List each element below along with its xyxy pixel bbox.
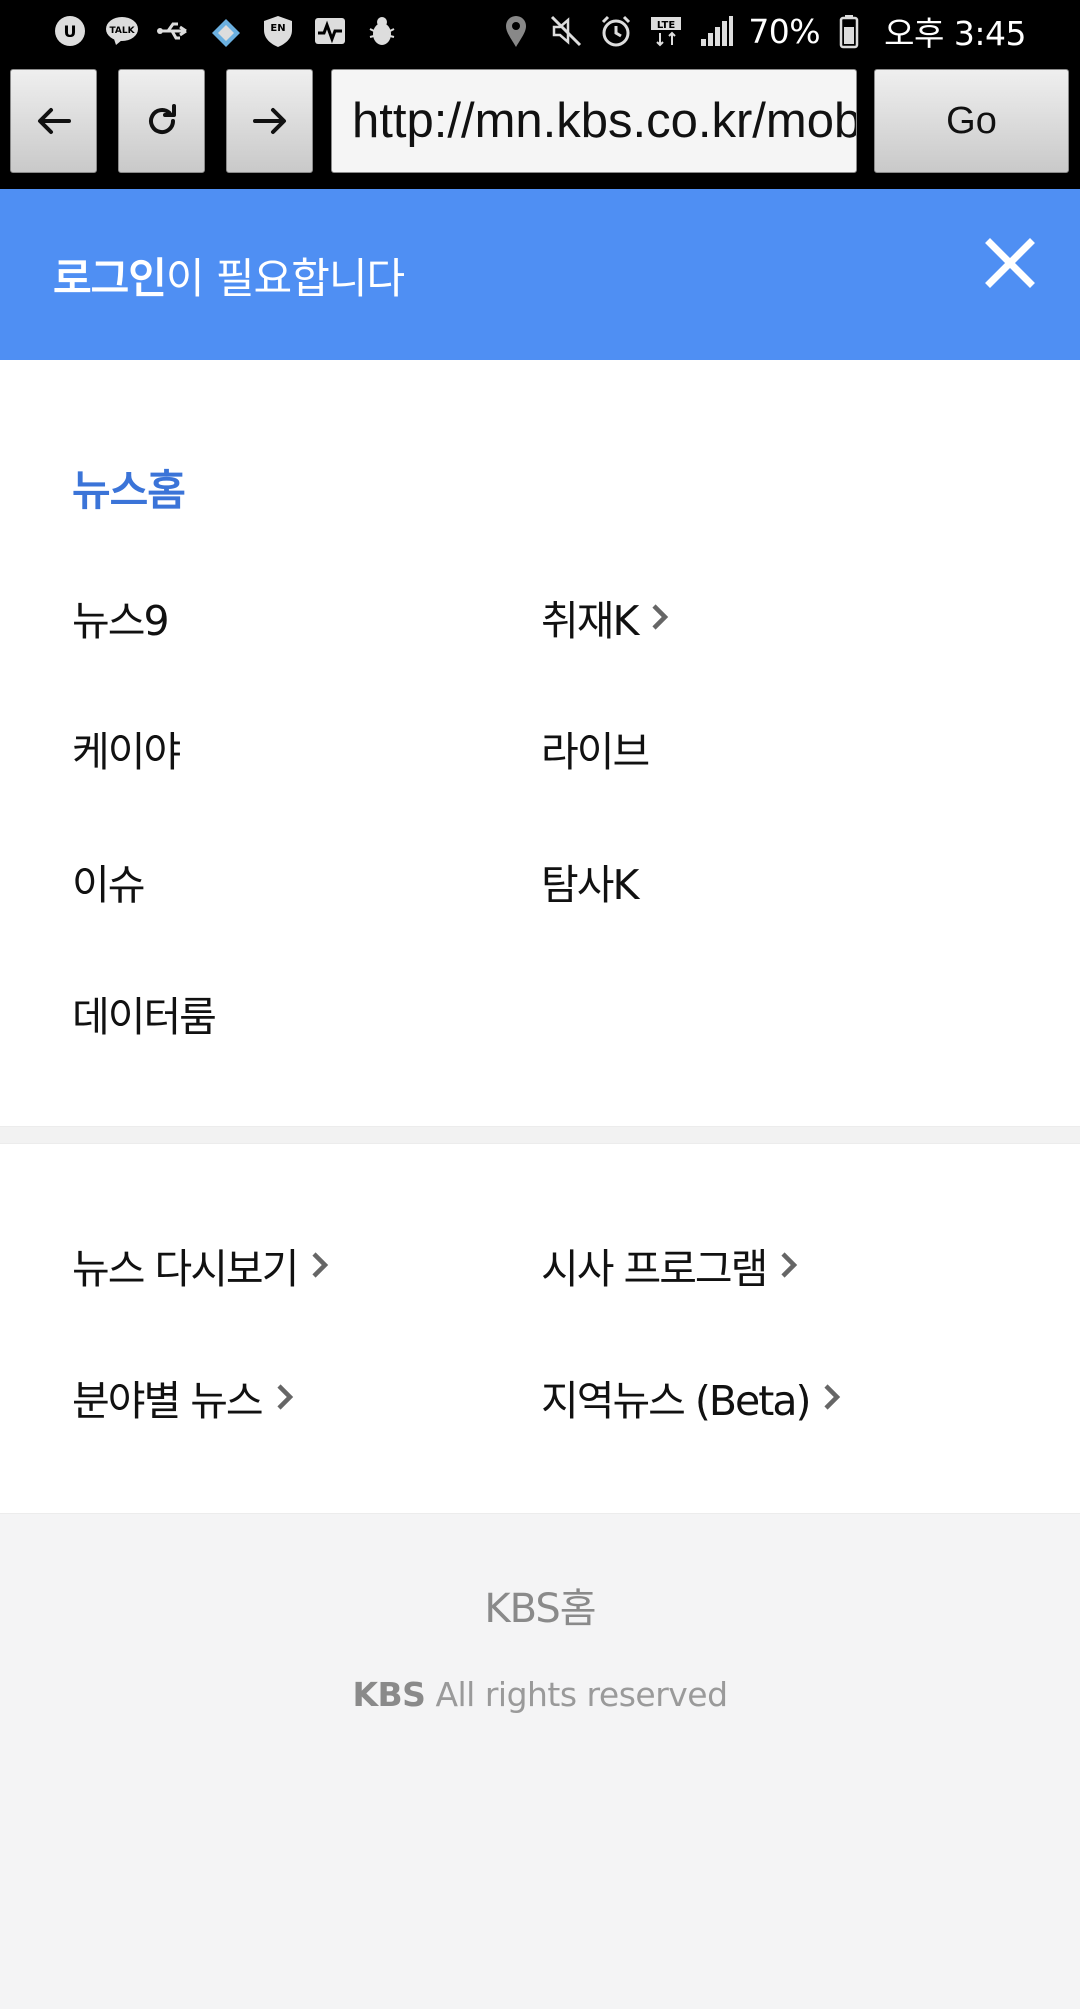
- mute-icon: [548, 13, 584, 49]
- usb-icon: [156, 13, 192, 49]
- lte-icon: LTE: [648, 13, 684, 49]
- menu-item-news9[interactable]: 뉴스9: [72, 587, 170, 647]
- signal-icon: [698, 13, 734, 49]
- menu-item-regional-news[interactable]: 지역뉴스 (Beta): [541, 1367, 843, 1427]
- login-message-rest: 이 필요합니다: [165, 254, 405, 303]
- kakao-talk-icon: TALK: [104, 13, 140, 49]
- menu-item-current-affairs[interactable]: 시사 프로그램: [541, 1235, 800, 1295]
- menu-item-label: 데이터룸: [72, 993, 217, 1041]
- location-icon: [498, 13, 534, 49]
- chevron-right-icon: [821, 1380, 843, 1414]
- menu-item-label: 케이야: [72, 728, 181, 776]
- chevron-right-icon: [274, 1380, 296, 1414]
- news-home-link[interactable]: 뉴스홈: [72, 457, 186, 518]
- copyright: KBS All rights reserved: [0, 1675, 1080, 1714]
- clock: 오후 3:45: [884, 14, 1026, 53]
- copyright-text: All rights reserved: [435, 1675, 728, 1714]
- chevron-right-icon: [309, 1248, 331, 1282]
- chevron-right-icon: [649, 600, 671, 634]
- kbs-home-link[interactable]: KBS홈: [0, 1576, 1080, 1634]
- chevron-right-icon: [778, 1248, 800, 1282]
- notification-icons: U TALK EN: [52, 8, 400, 54]
- login-message-bold: 로그인: [53, 254, 167, 303]
- svg-text:U: U: [64, 22, 77, 41]
- svg-text:EN: EN: [270, 23, 285, 34]
- svg-text:TALK: TALK: [109, 26, 135, 36]
- back-button[interactable]: [10, 69, 97, 173]
- svg-text:LTE: LTE: [657, 20, 676, 31]
- browser-toolbar: http://mn.kbs.co.kr/mobile/ Go: [0, 62, 1080, 189]
- menu-item-label: 뉴스 다시보기: [72, 1245, 299, 1293]
- shield-en-icon: EN: [260, 13, 296, 49]
- menu-item-label: 시사 프로그램: [541, 1245, 768, 1293]
- login-message[interactable]: 로그인이 필요합니다: [53, 245, 405, 306]
- activity-icon: [312, 13, 348, 49]
- arrow-left-icon: [37, 108, 71, 134]
- menu-item-label: 탐사K: [541, 861, 639, 909]
- status-bar: U TALK EN LTE 70% 오후 3:45: [0, 0, 1080, 62]
- u-plus-icon: U: [52, 13, 88, 49]
- news-submenu: 뉴스 다시보기 시사 프로그램 분야별 뉴스 지역뉴스 (Beta): [0, 1144, 1080, 1514]
- section-divider: [0, 1126, 1080, 1144]
- url-input[interactable]: http://mn.kbs.co.kr/mobile/: [331, 69, 857, 173]
- bug-icon: [364, 13, 400, 49]
- login-banner[interactable]: 로그인이 필요합니다: [0, 189, 1080, 360]
- menu-item-label: 라이브: [541, 728, 650, 776]
- menu-item-issue[interactable]: 이슈: [72, 851, 145, 911]
- tv-icon: [208, 13, 244, 49]
- menu-item-label: 지역뉴스 (Beta): [541, 1377, 811, 1425]
- menu-item-keiya[interactable]: 케이야: [72, 718, 181, 778]
- system-status: LTE 70% 오후 3:45: [498, 8, 1026, 54]
- battery-icon: [834, 13, 870, 49]
- arrow-right-icon: [252, 108, 286, 134]
- menu-item-label: 분야별 뉴스: [72, 1377, 264, 1425]
- menu-item-label: 취재K: [541, 597, 639, 645]
- menu-item-news-replay[interactable]: 뉴스 다시보기: [72, 1235, 331, 1295]
- menu-item-live[interactable]: 라이브: [541, 718, 650, 778]
- close-icon[interactable]: [984, 237, 1036, 289]
- copyright-brand: KBS: [352, 1675, 426, 1714]
- menu-item-chuijae-k[interactable]: 취재K: [541, 587, 671, 647]
- menu-item-news-by-field[interactable]: 분야별 뉴스: [72, 1367, 296, 1427]
- menu-item-dataroom[interactable]: 데이터룸: [72, 983, 217, 1043]
- news-menu: 뉴스홈 뉴스9 취재K 케이야 라이브 이슈 탐사K 데이터룸: [0, 360, 1080, 1126]
- menu-item-tamsa-k[interactable]: 탐사K: [541, 851, 639, 911]
- go-button[interactable]: Go: [874, 69, 1069, 173]
- battery-percent: 70%: [748, 11, 821, 51]
- alarm-icon: [598, 13, 634, 49]
- menu-item-label: 이슈: [72, 861, 145, 909]
- reload-button[interactable]: [118, 69, 205, 173]
- forward-button[interactable]: [226, 69, 313, 173]
- menu-item-label: 뉴스9: [72, 597, 170, 645]
- reload-icon: [148, 104, 176, 135]
